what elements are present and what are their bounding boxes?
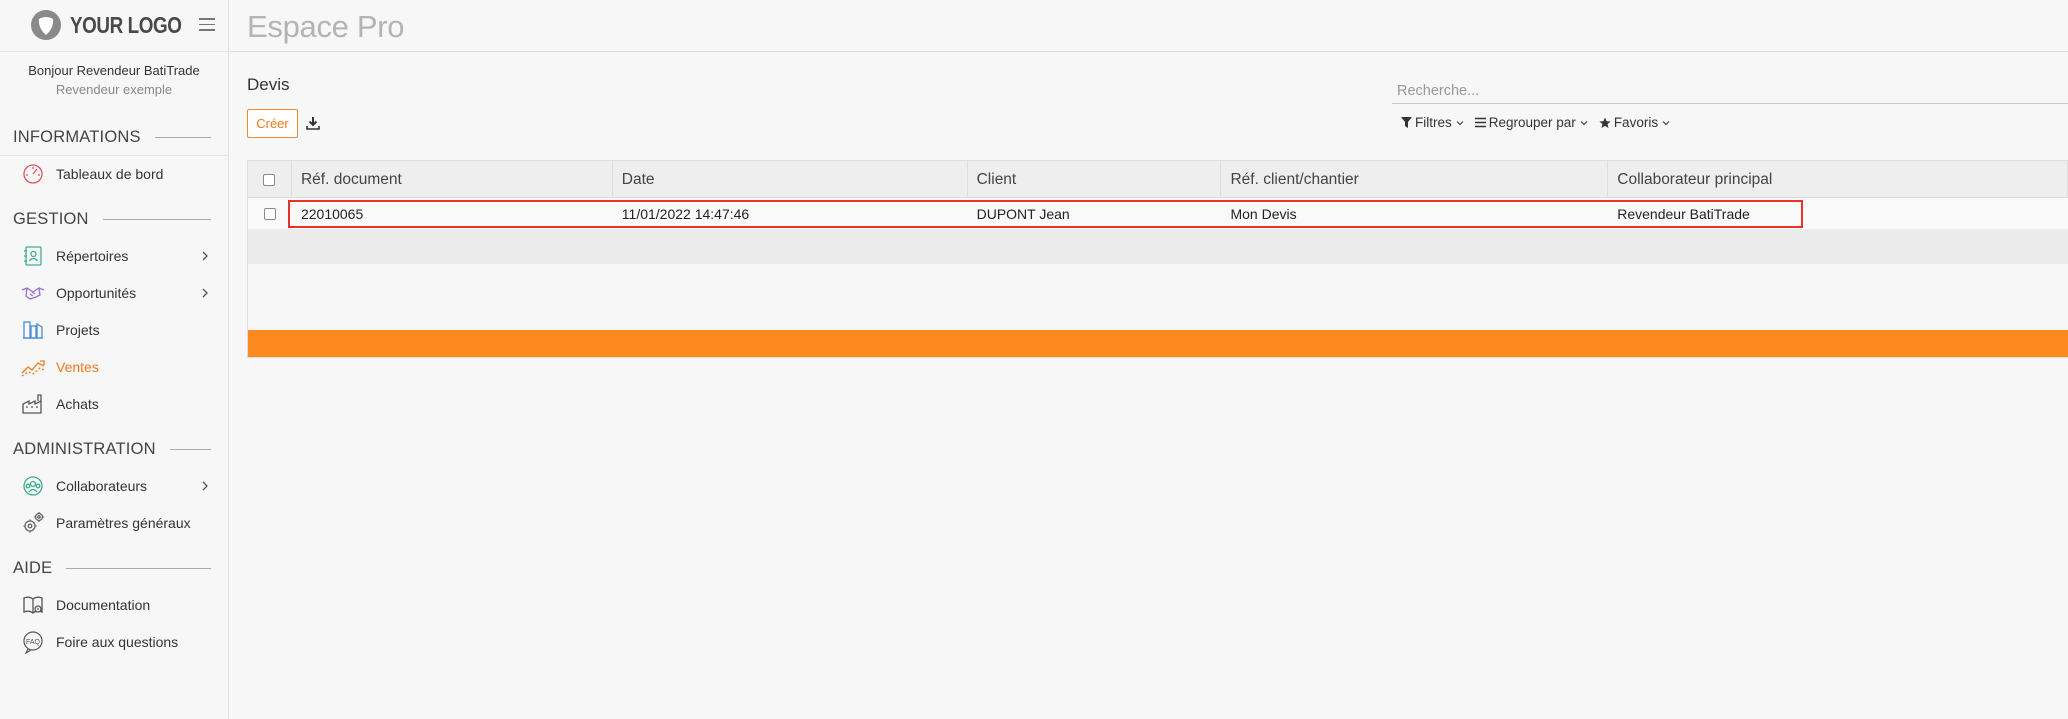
- chevron-right-icon: [202, 481, 208, 491]
- sidebar-item-documentation[interactable]: Documentation: [20, 590, 212, 620]
- sidebar-item-faq[interactable]: FAQ Foire aux questions: [20, 627, 212, 657]
- sidebar-item-label: Collaborateurs: [56, 478, 148, 494]
- table-header: Réf. document Date Client Réf. client/ch…: [248, 161, 2068, 198]
- table-row[interactable]: 22010065 11/01/2022 14:47:46 DUPONT Jean…: [248, 198, 2068, 230]
- search-input[interactable]: [1392, 79, 2068, 104]
- group-by-label: Regrouper par: [1488, 115, 1576, 130]
- topbar: Espace Pro: [230, 0, 2068, 52]
- sidebar-item-dashboard[interactable]: Tableaux de bord: [20, 159, 212, 189]
- logo[interactable]: YOUR LOGO: [30, 9, 206, 41]
- list-icon: [1474, 117, 1486, 128]
- column-header-date[interactable]: Date: [613, 161, 968, 198]
- row-checkbox[interactable]: [263, 208, 276, 220]
- chevron-down-icon: [1580, 120, 1588, 125]
- group-by-button[interactable]: Regrouper par: [1474, 115, 1589, 130]
- contacts-icon: [20, 243, 46, 269]
- quotes-table: Réf. document Date Client Réf. client/ch…: [247, 160, 2068, 358]
- breadcrumb[interactable]: Devis: [247, 75, 290, 95]
- projects-icon: [20, 317, 46, 343]
- user-greeting: Bonjour Revendeur BatiTrade: [28, 63, 200, 78]
- favorites-button[interactable]: Favoris: [1599, 115, 1671, 130]
- row-select-cell: [248, 198, 292, 230]
- column-header-ref-document[interactable]: Réf. document: [292, 161, 613, 198]
- cell-ref-document: 22010065: [300, 206, 364, 222]
- cell-ref-client: Mon Devis: [1230, 206, 1297, 222]
- empty-row: [248, 230, 2068, 264]
- download-icon[interactable]: [305, 115, 321, 131]
- cell-date: 11/01/2022 14:47:46: [621, 206, 750, 222]
- column-header-ref-client[interactable]: Réf. client/chantier: [1221, 161, 1609, 198]
- user-role: Revendeur exemple: [55, 82, 173, 97]
- column-header-collaborator[interactable]: Collaborateur principal: [1608, 161, 2068, 198]
- sidebar-item-label: Achats: [56, 396, 99, 412]
- sales-chart-icon: [20, 354, 46, 380]
- star-icon: [1599, 117, 1611, 128]
- sidebar-item-label: Opportunités: [56, 285, 137, 301]
- section-aide: AIDE: [13, 559, 211, 578]
- gears-icon: [20, 510, 46, 536]
- section-title-label: GESTION: [13, 210, 89, 228]
- header-select-all: [248, 161, 292, 198]
- sidebar-item-parametres[interactable]: Paramètres généraux: [20, 508, 212, 538]
- book-icon: [20, 592, 46, 618]
- section-gestion: GESTION: [13, 210, 211, 229]
- column-header-client[interactable]: Client: [968, 161, 1222, 198]
- page-title: Espace Pro: [247, 9, 405, 44]
- sidebar-item-label: Tableaux de bord: [56, 166, 164, 182]
- sidebar-item-collaborateurs[interactable]: Collaborateurs: [20, 471, 212, 501]
- chevron-right-icon: [202, 288, 208, 298]
- chevron-down-icon: [1662, 120, 1670, 125]
- chevron-down-icon: [1456, 120, 1464, 125]
- sidebar-item-label: Répertoires: [56, 248, 129, 264]
- menu-toggle-icon[interactable]: [199, 18, 215, 31]
- section-administration: ADMINISTRATION: [13, 440, 211, 459]
- team-icon: [20, 473, 46, 499]
- filter-icon: [1401, 117, 1412, 128]
- sidebar-item-ventes[interactable]: Ventes: [20, 352, 212, 382]
- sidebar-item-label: Foire aux questions: [56, 634, 179, 650]
- filter-bar: Filtres Regrouper par Favoris: [1401, 115, 1671, 130]
- cell-collaborator: Revendeur BatiTrade: [1617, 206, 1750, 222]
- sidebar: YOUR LOGO Bonjour Revendeur BatiTrade Re…: [0, 0, 229, 719]
- dashboard-icon: [20, 161, 46, 187]
- filters-label: Filtres: [1415, 115, 1452, 130]
- favorites-label: Favoris: [1613, 115, 1659, 130]
- table-footer-bar: [248, 330, 2068, 357]
- sidebar-item-achats[interactable]: Achats: [20, 389, 212, 419]
- svg-text:FAQ: FAQ: [26, 639, 41, 646]
- filters-button[interactable]: Filtres: [1401, 115, 1465, 130]
- section-title-label: ADMINISTRATION: [13, 440, 156, 458]
- cell-client: DUPONT Jean: [976, 206, 1070, 222]
- sidebar-item-projets[interactable]: Projets: [20, 315, 212, 345]
- faq-icon: FAQ: [20, 629, 46, 655]
- sidebar-item-label: Projets: [56, 322, 100, 338]
- app-root: YOUR LOGO Bonjour Revendeur BatiTrade Re…: [0, 0, 2068, 719]
- chevron-right-icon: [202, 251, 208, 261]
- logo-text: YOUR LOGO: [70, 11, 182, 38]
- sidebar-item-opportunites[interactable]: Opportunités: [20, 278, 212, 308]
- section-informations: INFORMATIONS: [13, 128, 211, 147]
- section-title-label: AIDE: [13, 559, 53, 577]
- table-spacer: [248, 264, 2068, 330]
- sidebar-item-label: Ventes: [56, 359, 99, 375]
- section-title-label: INFORMATIONS: [13, 128, 141, 146]
- create-button[interactable]: Créer: [247, 109, 298, 138]
- logo-mark-icon: [31, 10, 61, 40]
- handshake-icon: [20, 280, 46, 306]
- sidebar-item-repertoires[interactable]: Répertoires: [20, 241, 212, 271]
- sidebar-item-label: Documentation: [56, 597, 151, 613]
- factory-icon: [20, 391, 46, 417]
- sidebar-item-label: Paramètres généraux: [56, 515, 191, 531]
- logo-bar: YOUR LOGO: [0, 0, 228, 52]
- select-all-checkbox[interactable]: [263, 173, 276, 186]
